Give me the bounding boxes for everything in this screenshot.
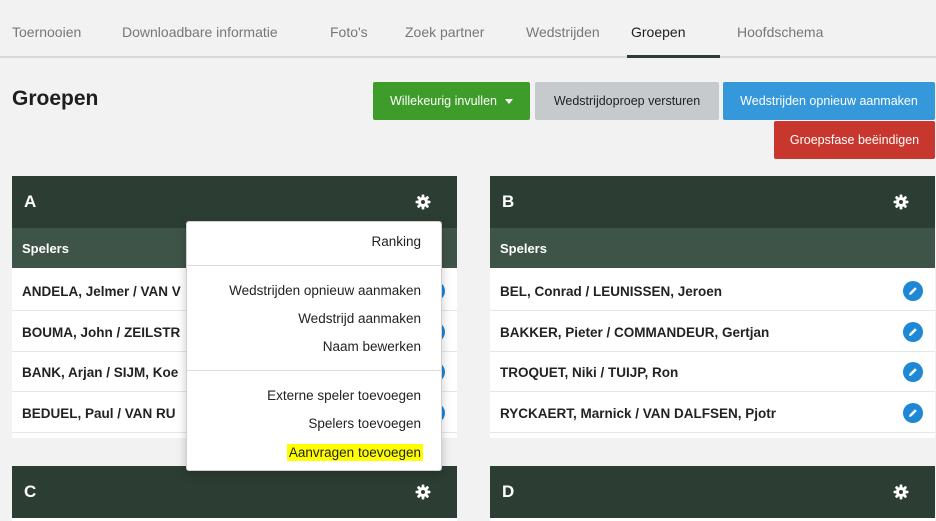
player-name: ANDELA, Jelmer / VAN V [22, 284, 181, 299]
players-header: Spelers [490, 228, 935, 268]
tab-wedstrijden[interactable]: Wedstrijden [526, 24, 600, 40]
page: Toernooien Downloadbare informatie Foto'… [0, 0, 936, 521]
tab-hoofdschema[interactable]: Hoofdschema [737, 24, 823, 40]
gear-icon[interactable] [415, 194, 431, 210]
gear-icon[interactable] [415, 484, 431, 500]
edit-pencil-icon[interactable] [903, 362, 923, 382]
tab-toernooien[interactable]: Toernooien [12, 24, 81, 40]
menu-divider [187, 265, 441, 266]
player-name: BEL, Conrad / LEUNISSEN, Jeroen [500, 284, 723, 299]
caret-down-icon [505, 98, 513, 104]
end-group-phase-label: Groepsfase beëindigen [789, 133, 920, 147]
group-letter: B [502, 192, 515, 211]
group-header: C [12, 466, 457, 518]
menu-item-create-match[interactable]: Wedstrijd aanmaken [298, 311, 421, 326]
menu-item-add-players[interactable]: Spelers toevoegen [308, 416, 421, 431]
player-row: BEL, Conrad / LEUNISSEN, Jeroen [490, 271, 935, 311]
send-match-calls-label: Wedstrijdoproep versturen [553, 94, 701, 108]
group-options-menu: Ranking Wedstrijden opnieuw aanmaken Wed… [186, 221, 442, 471]
tab-downloadbare-informatie[interactable]: Downloadbare informatie [122, 24, 278, 40]
gear-icon[interactable] [893, 484, 909, 500]
group-letter: A [24, 192, 37, 211]
player-name: BANK, Arjan / SIJM, Koe [22, 365, 179, 380]
group-card-d: D [490, 466, 935, 521]
players-header-label: Spelers [22, 241, 69, 256]
player-row: TROQUET, Niki / TUIJP, Ron [490, 352, 935, 392]
player-name: RYCKAERT, Marnick / VAN DALFSEN, Pjotr [500, 406, 777, 421]
end-group-phase-button[interactable]: Groepsfase beëindigen [774, 121, 935, 159]
send-match-calls-button[interactable]: Wedstrijdoproep versturen [535, 82, 719, 120]
menu-item-add-external-player[interactable]: Externe speler toevoegen [267, 388, 421, 403]
player-name: BEDUEL, Paul / VAN RU [22, 406, 176, 421]
edit-pencil-icon[interactable] [903, 403, 923, 423]
gear-icon[interactable] [893, 194, 909, 210]
group-header: D [490, 466, 935, 518]
group-letter: D [502, 482, 515, 501]
group-card-b: B Spelers BEL, Conrad / LEUNISSEN, Jeroe… [490, 176, 935, 438]
player-name: TROQUET, Niki / TUIJP, Ron [500, 365, 679, 380]
menu-item-ranking[interactable]: Ranking [371, 234, 421, 249]
edit-pencil-icon[interactable] [903, 281, 923, 301]
recreate-matches-label: Wedstrijden opnieuw aanmaken [740, 94, 918, 108]
player-name: BAKKER, Pieter / COMMANDEUR, Gertjan [500, 325, 770, 340]
menu-divider [187, 370, 441, 371]
random-fill-label: Willekeurig invullen [390, 94, 497, 108]
active-tab-indicator [627, 55, 720, 58]
group-header: B [490, 176, 935, 228]
players-header-label: Spelers [500, 241, 547, 256]
menu-item-recreate-matches[interactable]: Wedstrijden opnieuw aanmaken [229, 283, 421, 298]
tab-groepen[interactable]: Groepen [631, 24, 685, 40]
edit-pencil-icon[interactable] [903, 322, 923, 342]
group-letter: C [24, 482, 37, 501]
player-name: BOUMA, John / ZEILSTR [22, 325, 181, 340]
page-title: Groepen [12, 87, 99, 110]
tab-zoek-partner[interactable]: Zoek partner [405, 24, 484, 40]
tab-bar: Toernooien Downloadbare informatie Foto'… [0, 0, 936, 58]
random-fill-button[interactable]: Willekeurig invullen [373, 82, 530, 120]
menu-item-add-requests[interactable]: Aanvragen toevoegen [286, 444, 423, 461]
recreate-matches-button[interactable]: Wedstrijden opnieuw aanmaken [723, 82, 935, 120]
menu-item-edit-name[interactable]: Naam bewerken [323, 339, 421, 354]
player-row: RYCKAERT, Marnick / VAN DALFSEN, Pjotr [490, 393, 935, 433]
player-row: BAKKER, Pieter / COMMANDEUR, Gertjan [490, 312, 935, 352]
tab-fotos[interactable]: Foto's [330, 24, 368, 40]
group-card-c: C [12, 466, 457, 521]
